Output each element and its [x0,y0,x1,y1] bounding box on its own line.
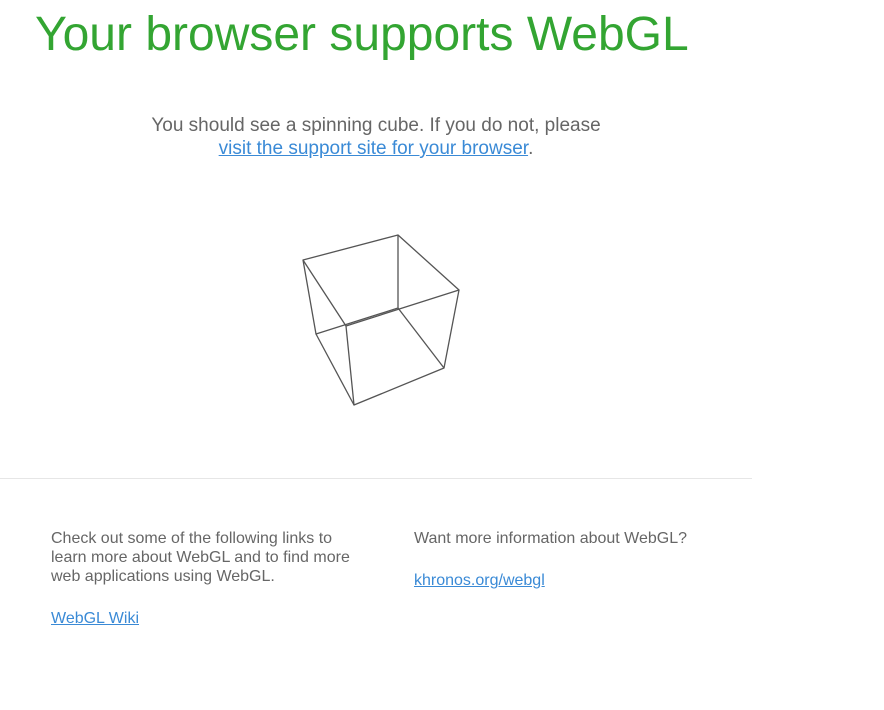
section-divider [0,478,752,479]
more-info-description: Want more information about WebGL? [414,530,688,547]
cube-back-face [302,234,399,335]
intro-trailing-period: . [528,138,534,159]
khronos-link[interactable]: khronos.org/webgl [414,571,545,590]
cube-edge [397,307,445,369]
links-section: Check out some of the following links to… [51,529,371,628]
more-info-section: Want more information about WebGL? khron… [414,529,734,590]
webgl-check-page: Your browser supports WebGL You should s… [0,0,884,710]
spinning-cube-canvas [302,234,460,406]
page-title: Your browser supports WebGL [35,8,689,61]
webgl-wiki-link[interactable]: WebGL Wiki [51,609,139,628]
intro-paragraph: You should see a spinning cube. If you d… [100,114,652,160]
cube-edge [397,234,460,291]
cube-front-face [345,289,460,406]
intro-text: You should see a spinning cube. If you d… [151,115,601,136]
support-site-link[interactable]: visit the support site for your browser [219,138,528,159]
links-description: Check out some of the following links to… [51,530,350,585]
